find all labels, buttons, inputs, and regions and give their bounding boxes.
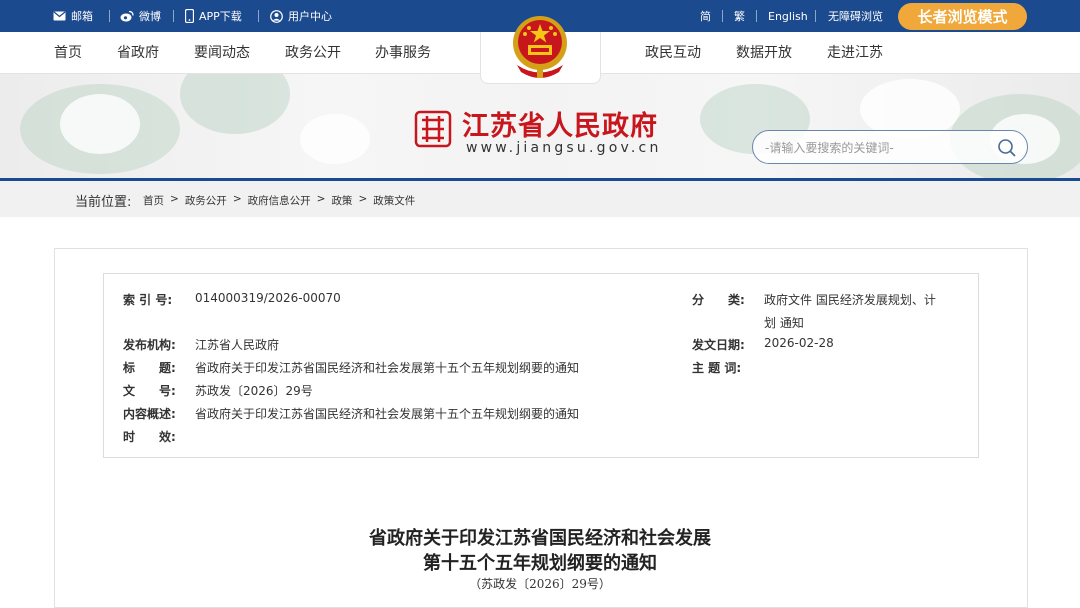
nav-province[interactable]: 省政府	[117, 32, 159, 74]
category-label: 分 类:	[692, 293, 745, 307]
publisher-label: 发布机构:	[123, 338, 176, 352]
mail-icon	[53, 11, 66, 21]
summary-label: 内容概述:	[123, 407, 176, 421]
english-label: English	[768, 9, 808, 23]
title-label: 标 题:	[123, 361, 176, 375]
doc-number-label: 文 号:	[123, 384, 176, 398]
breadcrumb-item-home[interactable]: 首页	[143, 193, 164, 208]
simplified-link[interactable]: 简	[700, 0, 711, 32]
nav-news[interactable]: 要闻动态	[194, 32, 250, 74]
validity-label: 时 效:	[123, 430, 176, 444]
breadcrumb-label: 当前位置:	[75, 195, 132, 210]
simplified-label: 简	[700, 10, 711, 23]
index-label: 索 引 号:	[123, 293, 173, 307]
title-value: 省政府关于印发江苏省国民经济和社会发展第十五个五年规划纲要的通知	[195, 361, 580, 375]
accessible-label: 无障碍浏览	[828, 10, 883, 23]
mail-label: 邮箱	[71, 10, 93, 23]
search-box[interactable]: -请输入要搜索的关键词-	[752, 130, 1028, 164]
accessible-link[interactable]: 无障碍浏览	[828, 0, 883, 32]
nav-home[interactable]: 首页	[54, 32, 82, 74]
nav-services[interactable]: 办事服务	[375, 32, 431, 74]
breadcrumb-item-affairs[interactable]: 政务公开	[185, 193, 227, 208]
document-number: （苏政发〔2026〕29号）	[469, 577, 611, 591]
publisher-value: 江苏省人民政府	[195, 338, 280, 352]
search-icon[interactable]	[997, 138, 1017, 158]
category-value: 政府文件 国民经济发展规划、计	[764, 293, 936, 307]
jiangsu-logo-icon	[414, 110, 452, 148]
date-value: 2026-02-28	[764, 336, 834, 350]
breadcrumb-item-info[interactable]: 政府信息公开	[248, 193, 311, 208]
app-download-link[interactable]: APP下载	[185, 0, 242, 32]
category-value-cont: 划 通知	[764, 316, 804, 330]
document-title-line1: 省政府关于印发江苏省国民经济和社会发展	[369, 528, 711, 549]
weibo-link[interactable]: 微博	[120, 0, 161, 32]
nav-data[interactable]: 数据开放	[736, 32, 792, 74]
elder-mode-button[interactable]: 长者浏览模式	[898, 3, 1027, 30]
english-link[interactable]: English	[768, 0, 808, 32]
nav-affairs[interactable]: 政务公开	[285, 32, 341, 74]
user-icon	[270, 9, 283, 23]
nav-interaction[interactable]: 政民互动	[645, 32, 701, 74]
search-input[interactable]: -请输入要搜索的关键词-	[765, 139, 894, 156]
site-url: www.jiangsu.gov.cn	[466, 140, 662, 156]
weibo-label: 微博	[139, 10, 161, 23]
traditional-link[interactable]: 繁	[734, 0, 745, 32]
weibo-icon	[120, 10, 134, 22]
breadcrumb-item-policy-docs[interactable]: 政策文件	[373, 193, 415, 208]
site-title: 江苏省人民政府	[462, 111, 658, 142]
traditional-label: 繁	[734, 10, 745, 23]
national-emblem-icon	[513, 16, 567, 78]
user-center-link[interactable]: 用户中心	[270, 0, 332, 32]
date-label: 发文日期:	[692, 338, 745, 352]
user-center-label: 用户中心	[288, 10, 332, 23]
subject-label: 主 题 词:	[692, 361, 742, 375]
phone-icon	[185, 9, 194, 23]
mail-link[interactable]: 邮箱	[53, 0, 93, 32]
doc-number-value: 苏政发〔2026〕29号	[195, 384, 313, 398]
app-download-label: APP下载	[199, 10, 242, 23]
index-value: 014000319/2026-00070	[195, 291, 341, 305]
document-title-line2: 第十五个五年规划纲要的通知	[423, 553, 657, 574]
breadcrumb-trail: 首页 > 政务公开 > 政府信息公开 > 政策 > 政策文件	[143, 193, 416, 208]
summary-value: 省政府关于印发江苏省国民经济和社会发展第十五个五年规划纲要的通知	[195, 407, 580, 421]
breadcrumb-item-policy[interactable]: 政策	[331, 193, 352, 208]
nav-jiangsu[interactable]: 走进江苏	[827, 32, 883, 74]
